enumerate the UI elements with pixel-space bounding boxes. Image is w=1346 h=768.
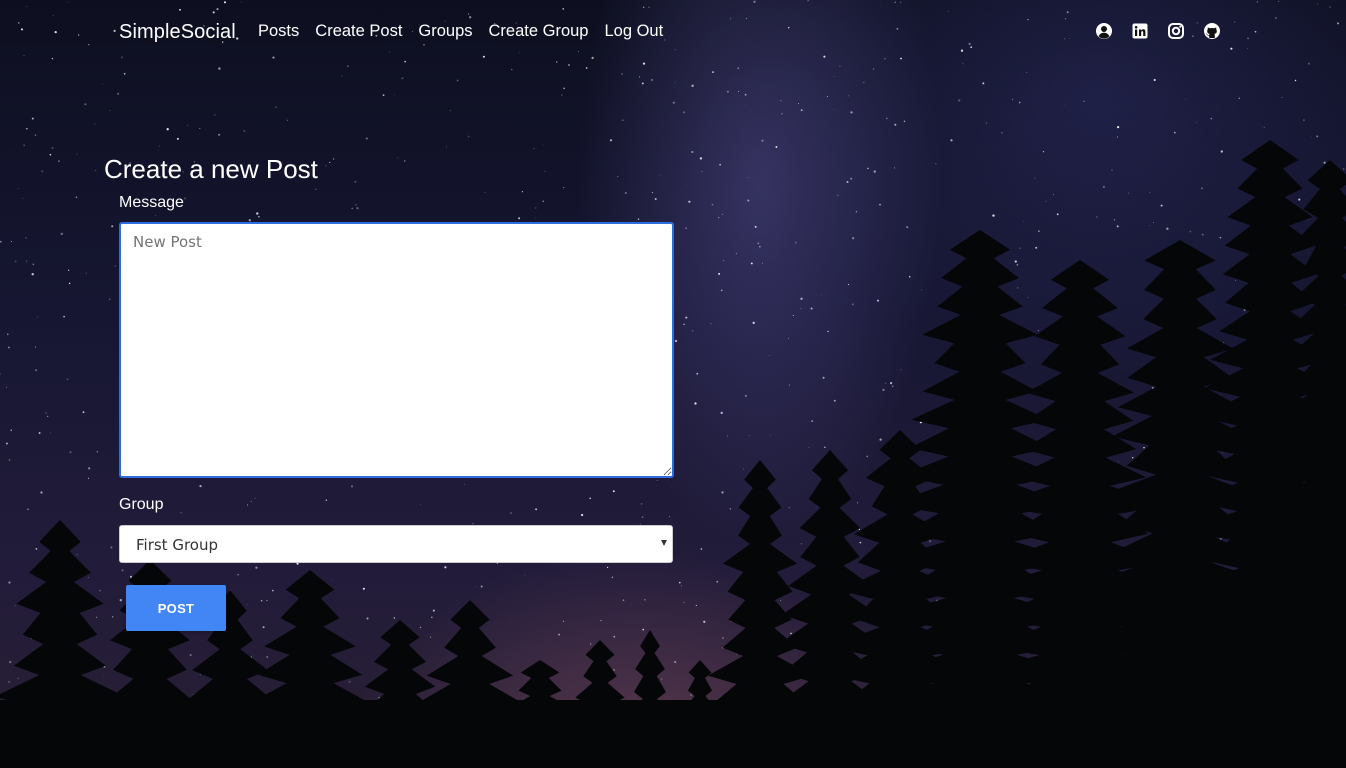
- instagram-icon[interactable]: [1166, 21, 1186, 41]
- group-select[interactable]: First Group: [119, 525, 673, 563]
- message-input[interactable]: [119, 222, 674, 478]
- nav-link-create-group[interactable]: Create Group: [489, 22, 589, 41]
- user-circle-icon[interactable]: [1094, 21, 1114, 41]
- navbar: SimpleSocial Posts Create Post Groups Cr…: [0, 0, 1346, 64]
- linkedin-icon[interactable]: [1130, 21, 1150, 41]
- github-icon[interactable]: [1202, 21, 1222, 41]
- group-select-value: First Group: [136, 536, 219, 554]
- post-button[interactable]: POST: [126, 585, 226, 631]
- nav-link-posts[interactable]: Posts: [258, 22, 299, 41]
- message-label: Message: [119, 194, 184, 211]
- caret-down-icon: [661, 540, 667, 546]
- group-label: Group: [119, 496, 164, 513]
- nav-link-create-post[interactable]: Create Post: [315, 22, 402, 41]
- nav-link-log-out[interactable]: Log Out: [604, 22, 663, 41]
- nav-link-groups[interactable]: Groups: [418, 22, 472, 41]
- brand-logo[interactable]: SimpleSocial: [119, 21, 236, 44]
- social-links: [1094, 21, 1238, 41]
- page-title: Create a new Post: [104, 154, 318, 184]
- nav-links: Posts Create Post Groups Create Group Lo…: [258, 22, 679, 41]
